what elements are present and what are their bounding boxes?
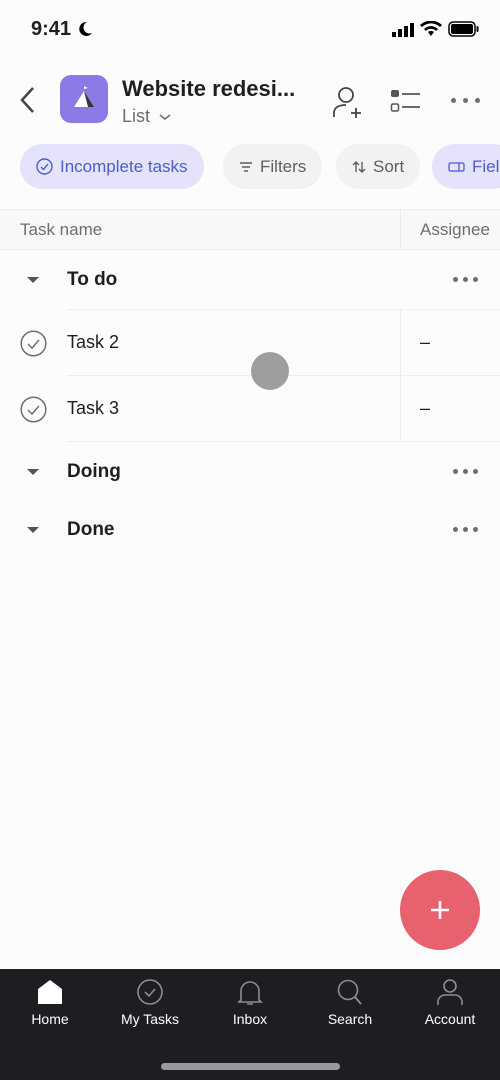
section-more-button[interactable] [453, 469, 478, 474]
check-circle-icon [137, 979, 163, 1005]
column-divider [400, 209, 401, 250]
chip-label: Incomplete tasks [60, 156, 188, 176]
chevron-down-icon [159, 113, 171, 120]
section-more-button[interactable] [453, 277, 478, 282]
more-options-button[interactable] [451, 98, 480, 103]
project-title[interactable]: Website redesi... [122, 76, 295, 102]
status-time: 9:41 [31, 18, 72, 40]
search-icon [337, 979, 362, 1005]
task-assignee[interactable]: – [420, 398, 430, 419]
task-row[interactable]: Task 3 – [0, 376, 500, 442]
tab-search[interactable]: Search [300, 978, 400, 1027]
chip-sort[interactable]: Sort [336, 144, 421, 189]
section-more-button[interactable] [453, 527, 478, 532]
tab-my-tasks[interactable]: My Tasks [100, 978, 200, 1027]
home-indicator[interactable] [161, 1063, 340, 1070]
section-to-do[interactable]: To do [0, 255, 500, 305]
signal-icon [392, 23, 414, 37]
tab-home[interactable]: Home [0, 978, 100, 1027]
view-label: List [122, 106, 151, 126]
complete-task-checkbox[interactable] [20, 330, 47, 357]
column-task-name[interactable]: Task name [20, 220, 102, 240]
status-bar: 9:41 [0, 0, 500, 60]
tab-label: My Tasks [120, 1011, 180, 1027]
section-doing[interactable]: Doing [0, 447, 500, 497]
customize-view-button[interactable] [390, 89, 422, 113]
tab-inbox[interactable]: Inbox [200, 978, 300, 1027]
home-icon [38, 980, 62, 1004]
person-icon [437, 979, 463, 1005]
section-title: Done [67, 519, 115, 540]
bell-icon [237, 981, 263, 1005]
section-done[interactable]: Done [0, 505, 500, 555]
tab-label: Home [31, 1011, 69, 1027]
column-assignee[interactable]: Assignee [420, 220, 490, 240]
task-assignee[interactable]: – [420, 332, 430, 353]
moon-icon [79, 21, 92, 36]
tab-label: Inbox [232, 1011, 268, 1027]
complete-task-checkbox[interactable] [20, 396, 47, 423]
add-member-button[interactable] [332, 86, 364, 120]
touch-indicator [251, 352, 289, 390]
chip-label: Filters [260, 156, 307, 176]
add-task-button[interactable] [400, 870, 480, 950]
wifi-icon [420, 21, 442, 36]
task-row[interactable]: Task 2 – [0, 310, 500, 376]
section-title: To do [67, 269, 118, 290]
filter-icon [240, 161, 252, 172]
fields-icon [448, 161, 465, 172]
caret-down-icon[interactable] [27, 469, 39, 475]
check-circle-icon [36, 158, 53, 175]
task-name: Task 2 [67, 332, 120, 352]
project-logo [60, 75, 108, 123]
caret-down-icon[interactable] [27, 277, 39, 283]
chip-incomplete-tasks[interactable]: Incomplete tasks [20, 144, 204, 189]
section-title: Doing [67, 461, 121, 482]
chip-label: Fiel [472, 156, 500, 176]
back-button[interactable] [18, 86, 38, 114]
chip-filters[interactable]: Filters [223, 144, 323, 189]
sort-icon [352, 160, 366, 173]
view-switcher[interactable]: List [122, 106, 172, 127]
mountain-icon [74, 86, 94, 107]
task-name: Task 3 [67, 398, 120, 418]
battery-icon [448, 21, 479, 37]
tab-label: Search [327, 1011, 373, 1027]
chip-fields[interactable]: Fiel [432, 144, 500, 189]
tab-account[interactable]: Account [400, 978, 500, 1027]
plus-icon [431, 901, 449, 919]
caret-down-icon[interactable] [27, 527, 39, 533]
chip-label: Sort [373, 156, 405, 176]
tab-label: Account [424, 1011, 476, 1027]
